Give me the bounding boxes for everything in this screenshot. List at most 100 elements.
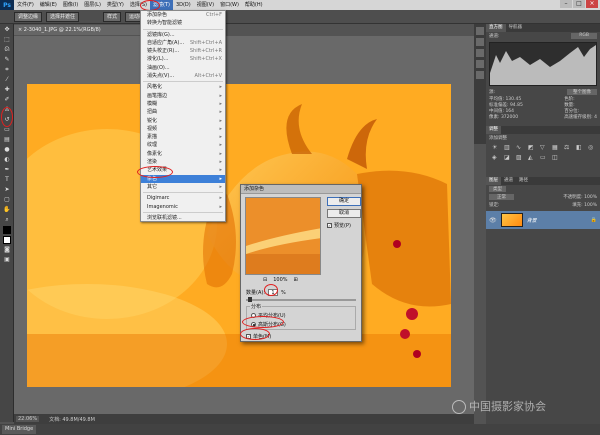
amount-slider-track[interactable]	[246, 297, 356, 302]
zoom-in-icon[interactable]: ⊞	[294, 277, 298, 283]
menu-file[interactable]: 文件(F)	[14, 0, 37, 10]
pen-tool-icon[interactable]: ✒	[2, 165, 12, 174]
filter-menu-item[interactable]: Digimarc ▸	[141, 194, 225, 202]
filter-menu-item[interactable]: 添加杂色 Ctrl+F	[141, 11, 225, 19]
blend-mode-select[interactable]: 正常	[489, 194, 514, 200]
history-panel-icon[interactable]	[476, 27, 484, 35]
posterize-icon[interactable]: ▨	[516, 154, 525, 161]
zoom-out-icon[interactable]: ⊟	[263, 277, 267, 283]
filter-menu-item[interactable]: 扭曲 ▸	[141, 108, 225, 116]
menu-3d[interactable]: 3D(D)	[173, 0, 194, 10]
exposure-icon[interactable]: ◩	[528, 144, 537, 151]
zoom-percent[interactable]: 22.06%	[16, 416, 40, 422]
options-btn-3[interactable]: 样式	[103, 11, 122, 22]
filter-menu-item[interactable]: 油画(O)...	[141, 64, 225, 72]
minimize-icon[interactable]: –	[560, 0, 572, 8]
channel-mixer-icon[interactable]: ◈	[492, 154, 501, 161]
filter-menu-item[interactable]: 自适应广角(A)... Shift+Ctrl+A	[141, 39, 225, 47]
channel-select[interactable]: RGB	[571, 33, 597, 39]
threshold-icon[interactable]: ◭	[528, 154, 537, 161]
menu-image[interactable]: 图像(I)	[60, 0, 81, 10]
hand-tool-icon[interactable]: ✋	[2, 205, 12, 214]
character-panel-icon[interactable]	[476, 60, 484, 68]
quick-mask-icon[interactable]: ◙	[2, 245, 12, 254]
options-btn-2[interactable]: 选择并遮住	[46, 11, 80, 22]
paragraph-panel-icon[interactable]	[476, 71, 484, 79]
shape-tool-icon[interactable]: ▢	[2, 195, 12, 204]
maximize-icon[interactable]: □	[573, 0, 585, 8]
tab-layers[interactable]: 图层	[486, 177, 501, 185]
filter-menu-item[interactable]: 其它 ▸	[141, 183, 225, 191]
filter-menu-item[interactable]: 镜头校正(R)... Shift+Ctrl+R	[141, 47, 225, 55]
filter-menu-item[interactable]: 风格化 ▸	[141, 83, 225, 91]
filter-menu-item[interactable]: 液化(L)... Shift+Ctrl+X	[141, 55, 225, 63]
document-image[interactable]	[27, 84, 451, 387]
hue-icon[interactable]: ▦	[552, 144, 561, 151]
blur-tool-icon[interactable]: ●	[2, 145, 12, 154]
curves-icon[interactable]: ∿	[516, 144, 525, 151]
marquee-tool-icon[interactable]: ⬚	[2, 35, 12, 44]
quick-select-tool-icon[interactable]: ✎	[2, 55, 12, 64]
preview-checkbox[interactable]: ✓	[327, 223, 332, 228]
preview-checkbox-row[interactable]: ✓ 预览(P)	[327, 222, 351, 229]
filter-menu-item[interactable]: 锐化 ▸	[141, 117, 225, 125]
color-balance-icon[interactable]: ⚖	[564, 144, 573, 151]
levels-icon[interactable]: ▥	[504, 144, 513, 151]
tab-channels[interactable]: 通道	[501, 177, 516, 185]
gradient-tool-icon[interactable]: ▤	[2, 135, 12, 144]
close-icon[interactable]: ×	[586, 0, 598, 8]
zoom-tool-icon[interactable]: ⌕	[2, 215, 12, 224]
invert-icon[interactable]: ◪	[504, 154, 513, 161]
brush-panel-icon[interactable]	[476, 49, 484, 57]
menu-help[interactable]: 帮助(H)	[242, 0, 266, 10]
filter-menu-item[interactable]: 消失点(V)... Alt+Ctrl+V	[141, 72, 225, 80]
bw-icon[interactable]: ◧	[576, 144, 585, 151]
menu-edit[interactable]: 编辑(E)	[37, 0, 60, 10]
dialog-preview[interactable]	[245, 197, 321, 275]
healing-tool-icon[interactable]: ✚	[2, 85, 12, 94]
screen-mode-icon[interactable]: ▣	[2, 255, 12, 264]
cancel-button[interactable]: 取消	[327, 209, 361, 218]
filter-menu-item[interactable]: Imagenomic ▸	[141, 203, 225, 211]
menu-layer[interactable]: 图层(L)	[81, 0, 104, 10]
menu-type[interactable]: 类型(Y)	[104, 0, 127, 10]
amount-slider-thumb[interactable]	[248, 297, 253, 302]
filter-menu-item[interactable]: 像素化 ▸	[141, 150, 225, 158]
filter-menu-item[interactable]: 浏览联机滤镜...	[141, 214, 225, 222]
filter-menu-item[interactable]: 滤镜库(G)...	[141, 31, 225, 39]
move-tool-icon[interactable]: ✥	[2, 25, 12, 34]
filter-menu-item[interactable]: 画笔描边 ▸	[141, 92, 225, 100]
fill-field[interactable]: 填充: 100%	[572, 202, 597, 208]
layer-kind-select[interactable]: 类型	[489, 186, 506, 192]
filter-menu-item[interactable]: 转换为智能滤镜	[141, 19, 225, 27]
vibrance-icon[interactable]: ▽	[540, 144, 549, 151]
gradient-map-icon[interactable]: ▭	[540, 154, 549, 161]
eyedropper-tool-icon[interactable]: ⁄	[2, 75, 12, 84]
type-tool-icon[interactable]: T	[2, 175, 12, 184]
photo-filter-icon[interactable]: ◎	[588, 144, 597, 151]
menu-window[interactable]: 窗口(W)	[217, 0, 242, 10]
tab-navigator[interactable]: 导航器	[506, 24, 526, 32]
lasso-tool-icon[interactable]: ᘏ	[2, 45, 12, 54]
options-btn-1[interactable]: 调整边缘	[14, 11, 43, 22]
filter-menu-item[interactable]: 纹理 ▸	[141, 141, 225, 149]
crop-tool-icon[interactable]: ⌗	[2, 65, 12, 74]
dodge-tool-icon[interactable]: ◐	[2, 155, 12, 164]
eye-icon[interactable]: 👁	[489, 217, 497, 224]
filter-menu-item[interactable]: 素描 ▸	[141, 133, 225, 141]
menu-view[interactable]: 视图(V)	[194, 0, 217, 10]
tab-adjustments[interactable]: 调整	[486, 126, 501, 134]
path-select-tool-icon[interactable]: ➤	[2, 185, 12, 194]
layer-row-background[interactable]: 👁 背景 🔒	[486, 211, 600, 229]
ok-button[interactable]: 确定	[327, 197, 361, 206]
background-color[interactable]	[3, 235, 11, 244]
selective-color-icon[interactable]: ◫	[552, 154, 561, 161]
source-select[interactable]: 整个图像	[567, 89, 597, 95]
opacity-field[interactable]: 不透明度: 100%	[563, 194, 597, 200]
tab-paths[interactable]: 路径	[516, 177, 531, 185]
tab-histogram[interactable]: 直方图	[486, 24, 506, 32]
brush-tool-icon[interactable]: ✐	[2, 95, 12, 104]
filter-menu-item[interactable]: 模糊 ▸	[141, 100, 225, 108]
background-swatch[interactable]	[2, 235, 12, 244]
brightness-icon[interactable]: ☀	[492, 144, 501, 151]
